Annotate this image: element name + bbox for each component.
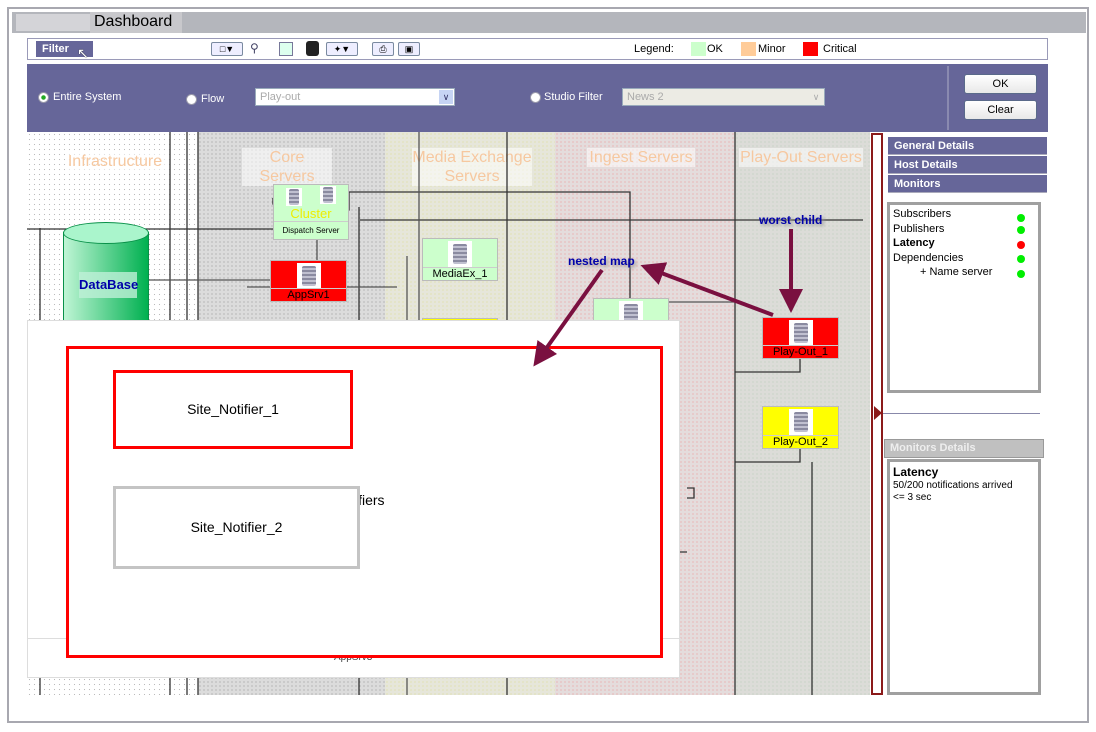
- monitor-name-server[interactable]: + Name server: [920, 266, 1060, 278]
- worst-child-annotation: worst child: [759, 213, 823, 227]
- worst-child-to-nested-arrow: [640, 262, 774, 317]
- status-ok-icon: [1017, 226, 1025, 234]
- status-ok-icon: [1017, 270, 1025, 278]
- status-ok-icon: [1017, 214, 1025, 222]
- monitor-latency[interactable]: Latency: [893, 237, 1033, 249]
- monitor-publishers[interactable]: Publishers: [893, 223, 1033, 235]
- status-ok-icon: [1017, 255, 1025, 263]
- nested-map-annotation: nested map: [568, 254, 635, 268]
- tab-general-details[interactable]: General Details: [888, 137, 1047, 155]
- monitors-details-header: Monitors Details: [884, 439, 1044, 458]
- monitor-dependencies[interactable]: Dependencies: [893, 252, 1033, 264]
- splitter-line: [883, 413, 1040, 414]
- monitor-subscribers[interactable]: Subscribers: [893, 208, 1033, 220]
- status-critical-icon: [1017, 241, 1025, 249]
- collapse-arrow-icon[interactable]: [874, 406, 882, 420]
- tab-host-details[interactable]: Host Details: [888, 156, 1047, 174]
- nested-map-arrow: [533, 268, 604, 367]
- monitor-detail-name: Latency: [893, 465, 939, 479]
- monitor-detail-line2: <= 3 sec: [893, 492, 932, 503]
- monitor-detail-line1: 50/200 notifications arrived: [893, 480, 1013, 491]
- tab-monitors[interactable]: Monitors: [888, 175, 1047, 193]
